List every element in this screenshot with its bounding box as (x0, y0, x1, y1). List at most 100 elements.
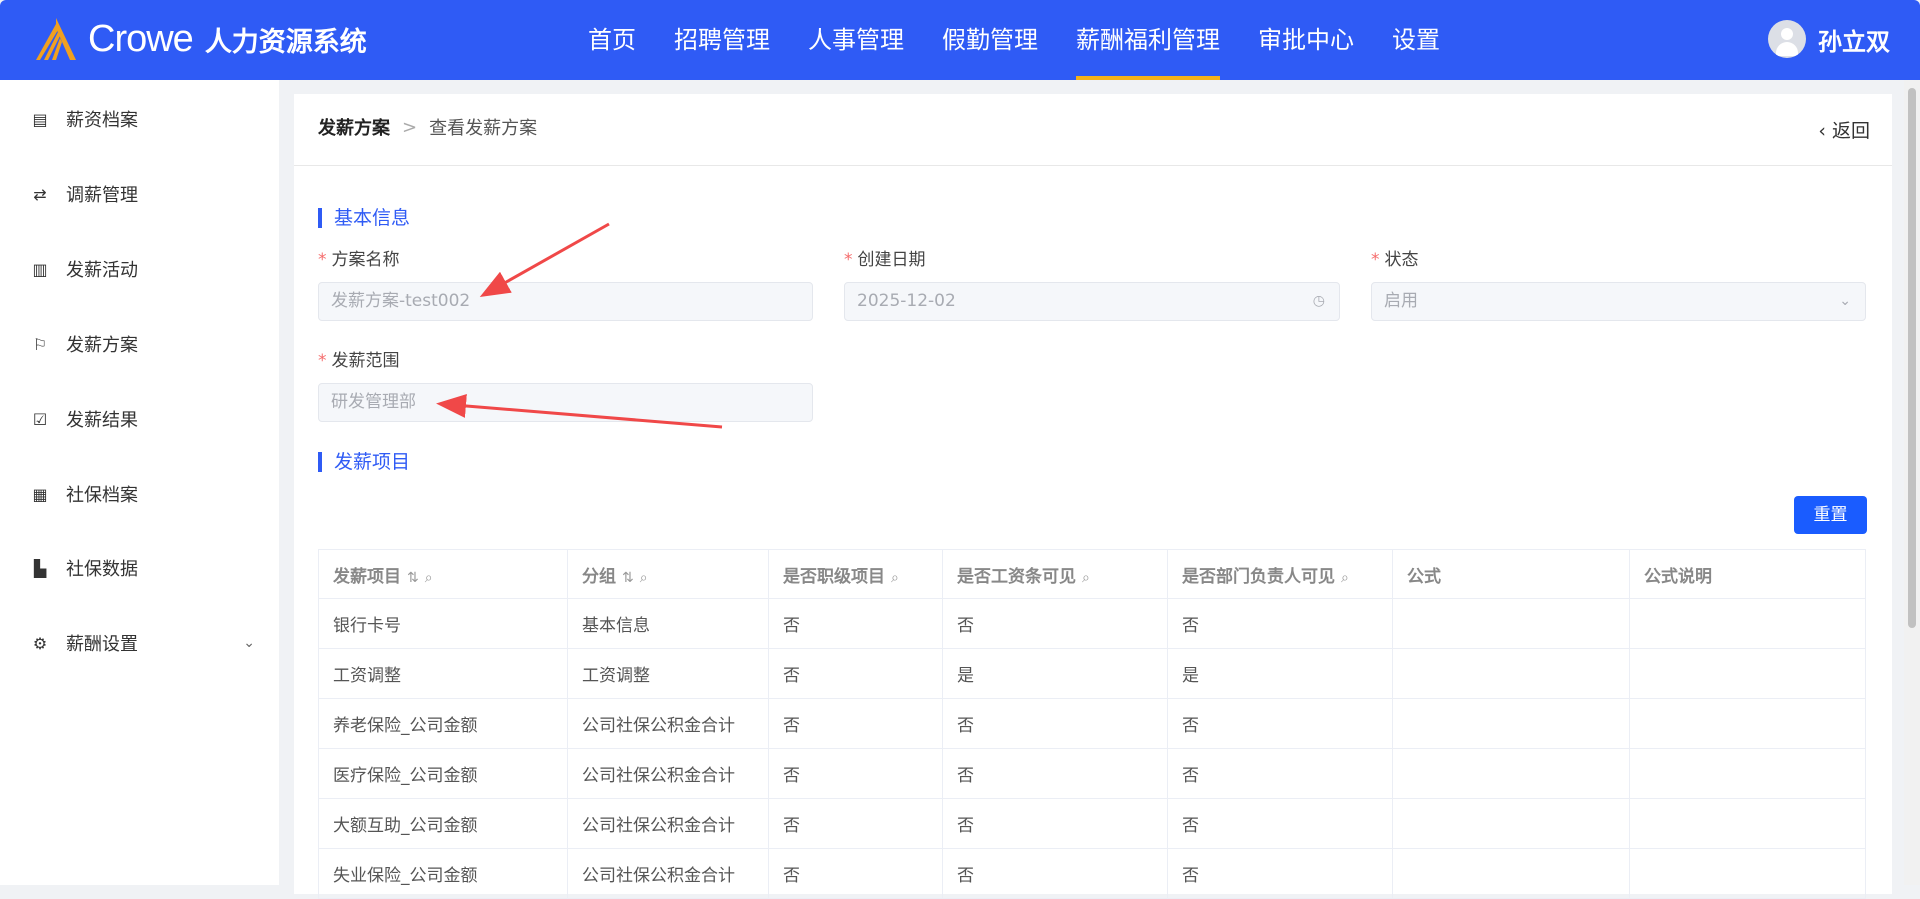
col-formula-desc: 公式说明 (1629, 549, 1866, 599)
check-clipboard-icon: ☑ (32, 409, 48, 429)
crowe-logo-icon (36, 18, 76, 60)
sidebar-item-label: 薪酬设置 (66, 634, 138, 655)
sidebar-item-salary-adjust[interactable]: ⇄ 调薪管理 (30, 181, 255, 207)
sidebar-item-label: 发薪活动 (66, 260, 138, 281)
sidebar-item-salary-archive[interactable]: ▤ 薪资档案 (30, 106, 255, 132)
logo[interactable]: Crowe 人力资源系统 (30, 16, 367, 62)
sidebar-item-salary-settings[interactable]: ⚙ 薪酬设置 ⌄ (30, 630, 255, 656)
exchange-icon: ⇄ (33, 184, 47, 204)
sidebar-item-label: 社保数据 (66, 559, 138, 580)
table-cell: 否 (1167, 848, 1393, 899)
table-cell: 否 (768, 598, 943, 649)
scrollbar[interactable] (1904, 80, 1920, 885)
table-cell (1392, 698, 1630, 749)
table-cell: 否 (768, 698, 943, 749)
table-row: 医疗保险_公司金额 公司社保公积金合计否否否 (318, 748, 1866, 799)
nav-settings[interactable]: 设置 (1392, 0, 1440, 80)
col-payslip-visible[interactable]: 是否工资条可见 ⌕ (942, 549, 1168, 599)
plan-name-input[interactable]: 发薪方案-test002 (318, 282, 813, 321)
sidebar-item-pay-activity[interactable]: ▥ 发薪活动 (30, 256, 255, 282)
table-cell (1629, 798, 1866, 849)
table-cell: 医疗保险_公司金额 (318, 748, 568, 799)
table-cell: 否 (768, 748, 943, 799)
reset-button[interactable]: 重置 (1794, 496, 1867, 534)
table-cell: 是 (1167, 648, 1393, 699)
search-icon: ⌕ (891, 569, 899, 586)
table-cell (1392, 748, 1630, 799)
table-cell (1629, 648, 1866, 699)
clipboard-icon: ▥ (32, 259, 48, 279)
search-icon: ⌕ (1082, 569, 1090, 586)
table-cell: 失业保险_公司金额 (318, 848, 568, 899)
table-cell: 公司社保公积金合计 (567, 748, 769, 799)
table-cell: 养老保险_公司金额 (318, 698, 568, 749)
table-cell (1629, 598, 1866, 649)
document-icon: ▤ (32, 109, 48, 129)
sidebar-item-label: 发薪方案 (66, 335, 138, 356)
nav-home[interactable]: 首页 (588, 0, 636, 80)
col-is-grade[interactable]: 是否职级项目 ⌕ (768, 549, 943, 599)
pay-scope-input[interactable]: 研发管理部 (318, 383, 813, 422)
sidebar-item-social-data[interactable]: ▙ 社保数据 (30, 555, 255, 581)
gear-icon: ⚙ (32, 633, 48, 653)
scrollbar-thumb[interactable] (1908, 88, 1916, 628)
table-cell: 否 (942, 798, 1168, 849)
table-cell (1629, 848, 1866, 899)
table-cell: 否 (1167, 698, 1393, 749)
nav-recruit[interactable]: 招聘管理 (674, 0, 770, 80)
label-pay-scope: * 发薪范围 (318, 351, 400, 371)
table-cell: 否 (1167, 798, 1393, 849)
sidebar: ▤ 薪资档案 ⇄ 调薪管理 ▥ 发薪活动 ⚐ 发薪方案 ☑ 发薪结果 ▦ 社保档案 ▙ 社保数… (0, 80, 279, 885)
sort-icon: ⇅ (622, 569, 634, 586)
search-icon: ⌕ (639, 569, 648, 586)
avatar (1768, 20, 1806, 58)
table-cell (1392, 648, 1630, 699)
nav-payroll[interactable]: 薪酬福利管理 (1076, 0, 1220, 80)
back-button[interactable]: ‹ 返回 (1818, 116, 1870, 143)
table-cell: 公司社保公积金合计 (567, 798, 769, 849)
sidebar-item-pay-plan[interactable]: ⚐ 发薪方案 (30, 331, 255, 357)
status-select[interactable]: 启用 ⌄ (1371, 282, 1866, 321)
nav-attendance[interactable]: 假勤管理 (942, 0, 1038, 80)
divider (294, 165, 1892, 166)
col-manager-visible[interactable]: 是否部门负责人可见 ⌕ (1167, 549, 1393, 599)
table-cell: 否 (942, 698, 1168, 749)
table-header-row: 发薪项目 ⇅ ⌕ 分组 ⇅ ⌕ 是否职级项目 ⌕ 是否工资条可见 ⌕ 是否部门负责人可见 ⌕ … (318, 549, 1866, 599)
col-pay-item[interactable]: 发薪项目 ⇅ ⌕ (318, 549, 568, 599)
sidebar-item-social-archive[interactable]: ▦ 社保档案 (30, 481, 255, 507)
table-cell: 否 (1167, 598, 1393, 649)
content-card: 发薪方案 > 查看发薪方案 ‹ 返回 基本信息 * 方案名称 发薪方案-test0… (294, 94, 1892, 899)
section-pay-items: 发薪项目 (318, 452, 410, 472)
table-row: 银行卡号 基本信息否否否 (318, 598, 1866, 649)
table-cell: 银行卡号 (318, 598, 568, 649)
table-cell: 否 (942, 598, 1168, 649)
search-icon: ⌕ (1341, 569, 1349, 586)
table-cell: 公司社保公积金合计 (567, 698, 769, 749)
table-cell (1392, 798, 1630, 849)
table-cell: 基本信息 (567, 598, 769, 649)
create-date-input[interactable]: 2025-12-02 ◷ (844, 282, 1340, 321)
breadcrumb: 发薪方案 > 查看发薪方案 (318, 114, 537, 140)
nav-approval[interactable]: 审批中心 (1258, 0, 1354, 80)
flag-icon: ⚐ (32, 334, 48, 354)
table-cell: 否 (942, 748, 1168, 799)
breadcrumb-parent[interactable]: 发薪方案 (318, 114, 390, 140)
sidebar-item-label: 薪资档案 (66, 110, 138, 131)
table-cell: 公司社保公积金合计 (567, 848, 769, 899)
table-cell (1392, 598, 1630, 649)
sidebar-item-label: 调薪管理 (66, 185, 138, 206)
chevron-right-icon: > (402, 116, 418, 138)
sidebar-item-pay-result[interactable]: ☑ 发薪结果 (30, 406, 255, 432)
table-cell: 大额互助_公司金额 (318, 798, 568, 849)
col-group[interactable]: 分组 ⇅ ⌕ (567, 549, 769, 599)
nav-personnel[interactable]: 人事管理 (808, 0, 904, 80)
table-cell: 否 (1167, 748, 1393, 799)
search-icon: ⌕ (424, 569, 433, 586)
table-row: 大额互助_公司金额 公司社保公积金合计否否否 (318, 798, 1866, 849)
user-menu[interactable]: 孙立双 (1768, 20, 1890, 58)
sidebar-item-label: 发薪结果 (66, 410, 138, 431)
clock-icon: ◷ (1312, 293, 1325, 309)
table-cell: 否 (768, 648, 943, 699)
table-cell (1629, 748, 1866, 799)
table-cell: 是 (942, 648, 1168, 699)
